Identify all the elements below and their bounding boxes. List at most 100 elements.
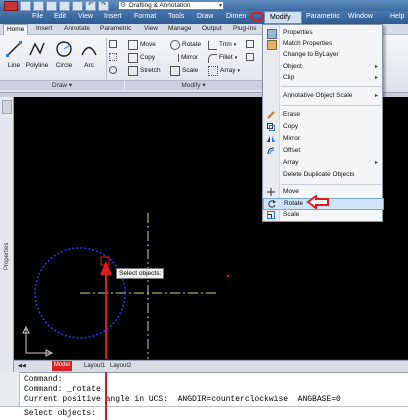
menu-item-mirror[interactable]: Mirror [263,134,382,144]
menu-help[interactable]: Help [390,13,404,20]
menu-item-delete-duplicate-objects[interactable]: Delete Duplicate Objects [263,170,382,180]
annotation-arrow-head-icon [100,261,112,275]
tab-annotate[interactable]: Annotate [64,25,90,32]
menu-item-label: Clip [283,74,295,81]
menu-view[interactable]: View [78,13,93,20]
panel-draw-title[interactable]: Draw ▾ [0,80,124,90]
mirror-icon [267,136,275,142]
panel-modify-title[interactable]: Modify ▾ [125,80,262,90]
arc-tool[interactable]: Arc [78,40,100,69]
tab-manage[interactable]: Manage [168,25,192,32]
menu-item-label: Move [283,188,299,195]
mirror-icon [170,54,179,62]
circle-label: Circle [55,62,73,69]
point-marker [227,275,229,277]
trim-tool[interactable]: Trim ▾ [208,40,236,50]
rotate-tool[interactable]: Rotate [170,40,201,50]
annotation-circle [250,12,264,21]
menu-edit[interactable]: Edit [54,13,66,20]
palette-label: Properties [4,242,10,270]
trim-icon [208,40,217,50]
tab-view[interactable]: View [144,25,158,32]
tab-output[interactable]: Output [202,25,222,32]
menu-bar: File Edit View Insert Format Tools Draw … [0,11,408,24]
menu-parametric[interactable]: Parametric [306,13,340,20]
menu-item-label: Annotative Object Scale [283,92,353,99]
menu-item-match-properties[interactable]: Match Properties [263,39,382,50]
line-tool[interactable]: Line [3,40,25,69]
menu-item-clip[interactable]: Clip ▸ [263,73,382,83]
command-history-line: Current positive angle in UCS: ANGDIR=co… [24,395,341,404]
open-icon[interactable] [33,0,44,11]
menu-item-properties[interactable]: Properties [263,28,382,39]
copy-tool[interactable]: Copy [128,53,155,63]
mirror-label: Mirror [181,54,198,61]
app-menu-icon[interactable] [4,0,18,11]
tab-layout2[interactable]: Layout2 [110,363,131,369]
undo-icon[interactable]: ↶ [85,0,96,11]
menu-draw[interactable]: Draw [197,13,213,20]
menu-item-label: Erase [283,111,300,118]
hatch-icon[interactable] [109,53,117,61]
gear-icon: ⚙ [120,2,127,9]
properties-palette[interactable] [0,97,14,372]
save-as-icon[interactable] [59,0,70,11]
submenu-arrow-icon: ▸ [374,64,378,70]
redo-icon[interactable]: ↷ [98,0,109,11]
offset-icon[interactable] [246,53,254,61]
menu-item-copy[interactable]: Copy [263,122,382,132]
print-icon[interactable] [72,0,83,11]
explode-icon[interactable] [246,40,254,48]
save-icon[interactable] [46,0,57,11]
polyline-tool[interactable]: Polyline [25,40,49,69]
menu-item-change-to-bylayer[interactable]: Change to ByLayer [263,50,382,60]
new-icon[interactable] [20,0,31,11]
menu-item-label: Copy [283,123,299,130]
stretch-tool[interactable]: Stretch [128,66,161,76]
menu-item-annotative-object-scale[interactable]: Annotative Object Scale ▸ [263,91,382,101]
rectangle-icon[interactable] [109,40,117,48]
menu-window[interactable]: Window [348,13,373,20]
workspace-combo[interactable]: ⚙ Drafting & Annotation ▾ [118,1,224,10]
menu-format[interactable]: Format [134,13,156,20]
menu-modify[interactable]: Modify [264,11,302,24]
command-history-line: Command: [24,375,63,384]
arc-icon [81,46,97,56]
array-tool[interactable]: Array ▾ [208,66,240,76]
menu-item-label: Object [283,63,302,70]
menu-item-scale[interactable]: Scale [263,210,382,220]
menu-item-label: Match Properties [283,40,333,47]
menu-insert[interactable]: Insert [104,13,122,20]
tab-parametric[interactable]: Parametric [100,25,131,32]
menu-item-erase[interactable]: Erase [263,110,382,120]
copy-icon [267,123,275,131]
fillet-tool[interactable]: Fillet ▾ [208,53,237,63]
tab-plugins[interactable]: Plug-ins [233,25,256,32]
menu-tools[interactable]: Tools [168,13,184,20]
menu-item-object[interactable]: Object ▸ [263,62,382,72]
nav-first-icon[interactable]: ◀◀ [18,363,26,369]
menu-file[interactable]: File [32,13,43,20]
circle-tool[interactable]: Circle [53,40,75,69]
copy-label: Copy [140,54,156,61]
stretch-label: Stretch [140,67,161,74]
mirror-tool[interactable]: Mirror [170,53,198,63]
rotate-icon [170,40,180,50]
ellipse-icon[interactable] [109,66,117,74]
annotation-arrow-tail [105,372,107,420]
annotation-arrow-icon [306,195,329,209]
menu-item-label: Delete Duplicate Objects [283,171,355,178]
ucs-icon [25,329,50,354]
fillet-label: Fillet [219,54,233,61]
palette-close-icon[interactable] [2,100,12,114]
line-label: Line [7,62,21,69]
menu-item-offset[interactable]: Offset [263,146,382,156]
tab-model[interactable]: Model [52,361,72,371]
scale-tool[interactable]: Scale [170,66,198,76]
move-tool[interactable]: Move [128,40,156,50]
tab-layout1[interactable]: Layout1 [84,363,105,369]
array-label: Array [220,67,236,74]
menu-item-array[interactable]: Array ▸ [263,158,382,168]
menu-dimension[interactable]: Dimen [226,13,246,20]
tab-insert[interactable]: Insert [36,25,52,32]
